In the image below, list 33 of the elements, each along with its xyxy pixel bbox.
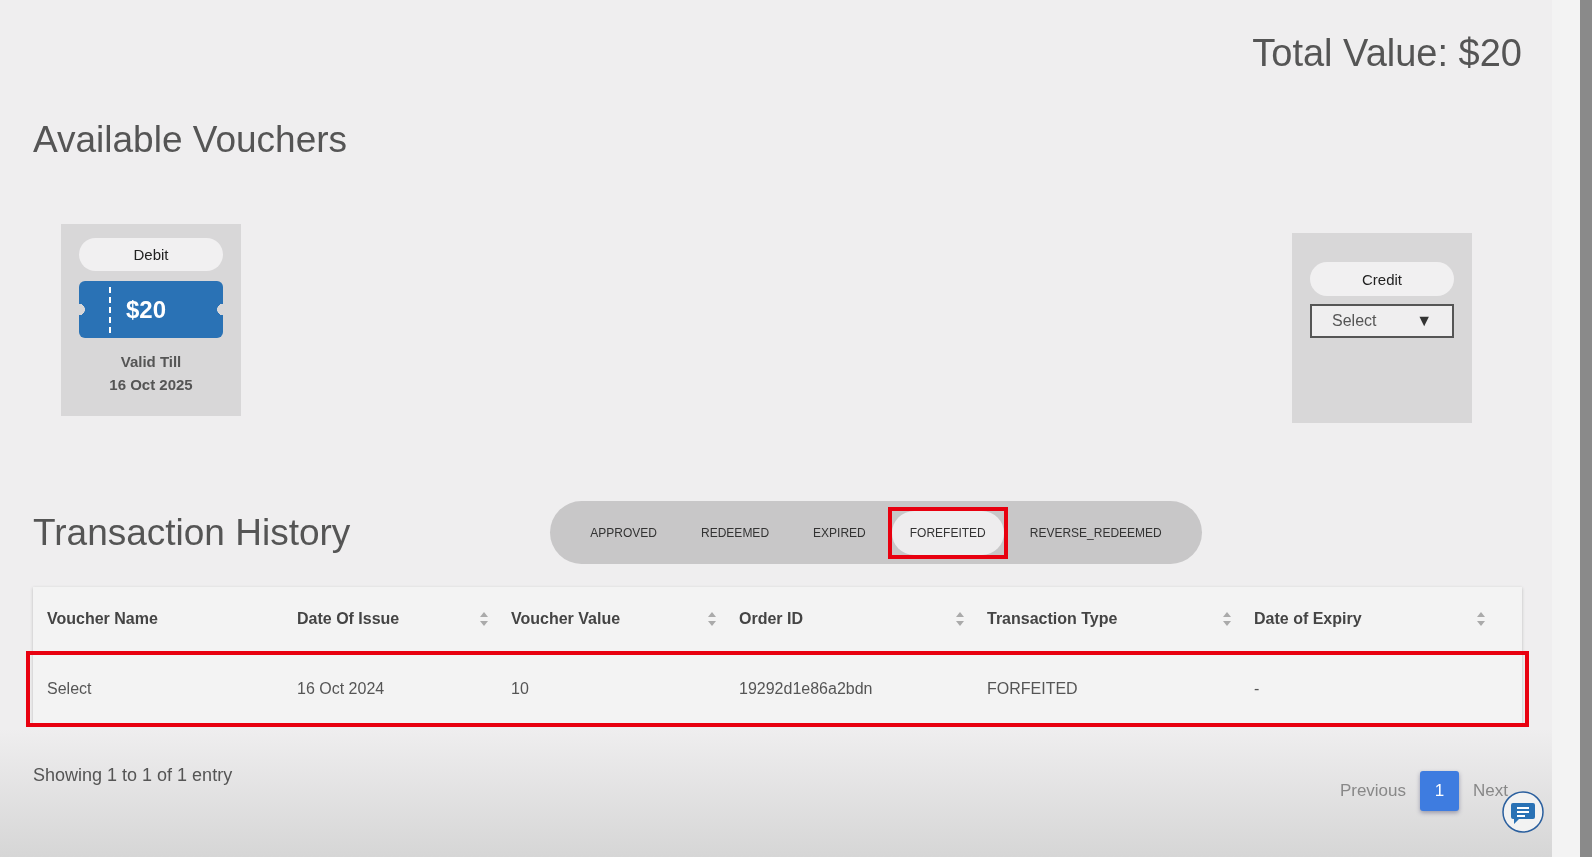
sort-icon[interactable]: [1222, 611, 1232, 627]
total-value: Total Value: $20: [1252, 32, 1522, 75]
select-dropdown[interactable]: Select ▼: [1310, 304, 1454, 338]
table-cell-text: FORFEITED: [987, 680, 1079, 698]
section-heading: Transaction History: [33, 511, 351, 554]
column-header[interactable]: Date Of Issue: [297, 610, 511, 628]
table-cell-text: 10: [511, 680, 530, 698]
table-cell-text: 16 Oct 2024: [297, 680, 386, 698]
table-cell-text: -: [1254, 680, 1261, 698]
voucher-type-button[interactable]: Debit: [79, 238, 223, 272]
column-header[interactable]: Date of Expiry: [1254, 610, 1508, 628]
status-tab[interactable]: EXPIRED: [795, 510, 884, 555]
status-tab[interactable]: APPROVED: [572, 510, 676, 555]
table-cell-text: 19292d1e86a2bdn: [739, 680, 874, 698]
column-header[interactable]: Voucher Value: [511, 610, 739, 628]
column-header[interactable]: Order ID: [739, 610, 987, 628]
sort-icon[interactable]: [707, 611, 717, 627]
valid-till-text: Valid Till 16 Oct 2025: [109, 352, 193, 395]
column-header[interactable]: Transaction Type: [987, 610, 1254, 628]
voucher-type-button[interactable]: Credit: [1310, 262, 1454, 296]
entries-info: Showing 1 to 1 of 1 entry: [33, 765, 233, 786]
status-tab[interactable]: REDEEMED: [683, 510, 788, 555]
page-button[interactable]: 1: [1420, 771, 1460, 811]
sort-icon[interactable]: [479, 611, 489, 627]
caret-icon: ▼: [1416, 312, 1432, 330]
section-heading: Available Vouchers: [33, 119, 349, 161]
voucher-ticket[interactable]: $20: [79, 281, 223, 338]
sort-icon[interactable]: [955, 611, 965, 627]
column-header[interactable]: Voucher Name: [47, 610, 297, 628]
status-tab[interactable]: REVERSE_REDEEMED: [1011, 510, 1180, 555]
sort-icon[interactable]: [1476, 611, 1486, 627]
voucher-amount: $20: [126, 295, 167, 324]
table-cell-text: Select: [47, 680, 93, 698]
